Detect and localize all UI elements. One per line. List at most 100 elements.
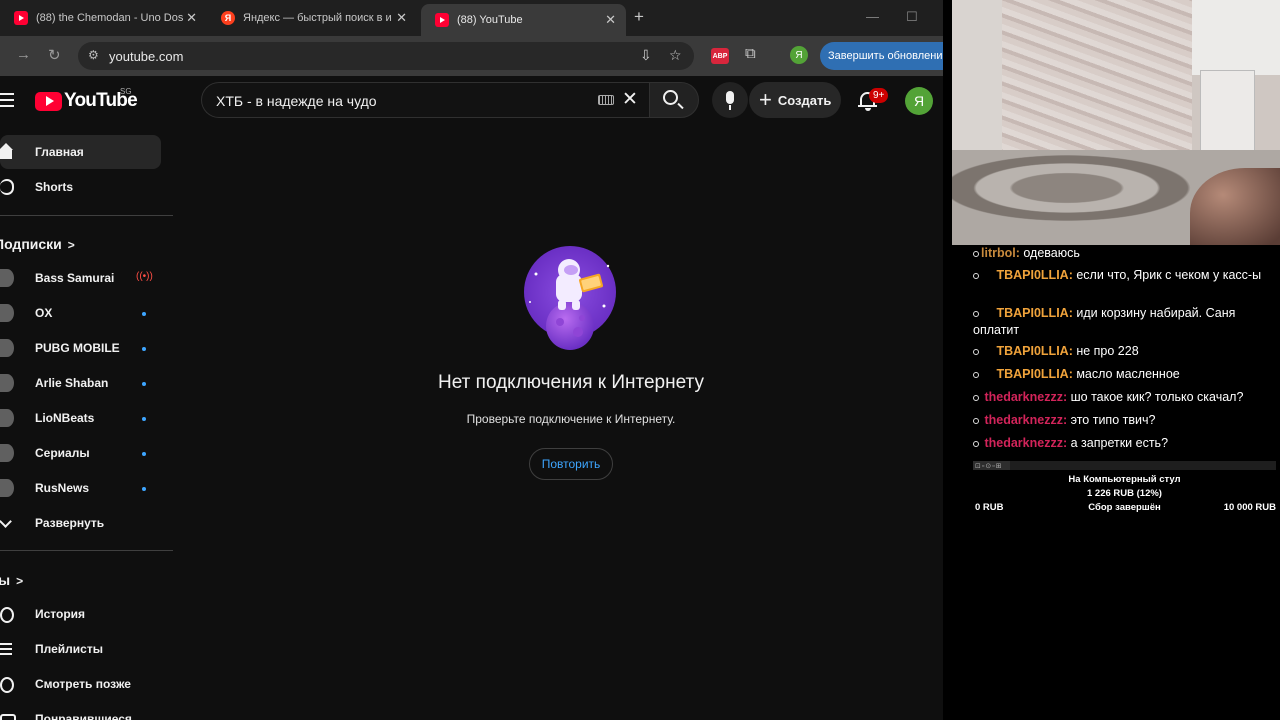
youtube-logo[interactable]: YouTube SG <box>35 87 138 112</box>
bookmark-star-icon[interactable]: ☆ <box>669 47 682 64</box>
chat-message: litrbol: одеваюсь <box>973 245 1275 262</box>
sidebar-item-watch-later[interactable]: Смотреть позже <box>0 667 161 701</box>
tab-yandex[interactable]: Я Яндекс — быстрый поиск в инт ✕ <box>207 4 417 32</box>
forward-icon[interactable]: → <box>16 46 31 63</box>
tab-title: (88) the Chemodan - Uno Dos T <box>36 12 184 24</box>
channel-avatar <box>0 304 14 322</box>
extensions-puzzle-icon[interactable]: ⧉ <box>745 45 756 62</box>
tab-title: Яндекс — быстрый поиск в инт <box>243 12 391 24</box>
sidebar-item-shorts[interactable]: Shorts <box>0 170 161 204</box>
chat-message: TBAPI0LLIA: масло масленное <box>973 366 1275 383</box>
tab-youtube[interactable]: (88) YouTube ✕ <box>421 4 626 36</box>
sidebar-item-label: Смотреть позже <box>35 677 131 691</box>
you-heading[interactable]: Вы> <box>0 572 23 588</box>
sidebar-item-subscription[interactable]: OX <box>0 296 161 330</box>
chat-username[interactable]: TBAPI0LLIA: <box>993 268 1072 282</box>
sidebar-item-subscription[interactable]: PUBG MOBILE <box>0 331 161 365</box>
menu-icon[interactable] <box>0 93 14 111</box>
donation-progress-text: 1 226 RUB (12%) <box>1087 488 1162 499</box>
maximize-icon[interactable]: ☐ <box>906 9 918 25</box>
chat-message: TBAPI0LLIA: иди корзину набирай. Саня оп… <box>973 305 1275 339</box>
address-bar[interactable]: ⚙ youtube.com ⇩ ☆ <box>78 42 694 70</box>
sidebar-item-subscription[interactable]: LioNBeats <box>0 401 161 435</box>
home-icon <box>0 143 14 160</box>
sidebar-item-expand[interactable]: Развернуть <box>0 506 161 540</box>
chat-bullet-icon <box>973 250 979 257</box>
close-tab-icon[interactable]: ✕ <box>186 10 197 26</box>
chat-message-text: не про 228 <box>1072 344 1139 358</box>
sidebar-item-history[interactable]: История <box>0 597 161 631</box>
keyboard-icon[interactable] <box>598 95 614 105</box>
chat-username[interactable]: litrbol: <box>981 246 1020 260</box>
sidebar-item-label: PUBG MOBILE <box>35 341 120 355</box>
adblock-extension-icon[interactable]: ABP <box>711 48 729 64</box>
new-content-dot <box>142 452 146 456</box>
sidebar-item-label: LioNBeats <box>35 411 95 425</box>
chat-bullet-icon <box>973 371 979 378</box>
tab-chemodan[interactable]: (88) the Chemodan - Uno Dos T ✕ <box>0 4 207 32</box>
chat-message-text: одеваюсь <box>1019 246 1080 260</box>
chat-username[interactable]: thedarknezzz: <box>981 413 1067 427</box>
search-input[interactable]: ХТБ - в надежде на чудо <box>216 93 377 109</box>
watch-later-icon <box>0 677 14 693</box>
youtube-page: YouTube SG ХТБ - в надежде на чудо ✕ + С… <box>0 76 943 720</box>
reload-icon[interactable]: ↻ <box>48 46 61 64</box>
sidebar-item-subscription[interactable]: Сериалы <box>0 436 161 470</box>
new-content-dot <box>142 382 146 386</box>
sidebar-item-subscription[interactable]: Arlie Shaban <box>0 366 161 400</box>
channel-avatar <box>0 409 14 427</box>
history-icon <box>0 607 14 623</box>
sidebar-divider <box>0 215 173 216</box>
chat-message: TBAPI0LLIA: не про 228 <box>973 343 1275 360</box>
new-tab-button[interactable]: + <box>634 7 644 27</box>
sidebar-item-label: Arlie Shaban <box>35 376 109 390</box>
browser-profile-avatar[interactable]: Я <box>790 46 808 64</box>
new-content-dot <box>142 312 146 316</box>
search-button[interactable] <box>649 82 699 118</box>
stream-overlay: litrbol: одеваюсь TBAPI0LLIA: если что, … <box>943 0 1280 720</box>
sidebar-item-home[interactable]: Главная <box>0 135 161 169</box>
sidebar-item-label: Плейлисты <box>35 642 103 656</box>
create-label: Создать <box>777 92 832 108</box>
avatar[interactable]: Я <box>905 87 933 115</box>
voice-search-button[interactable] <box>712 82 748 118</box>
chat-bullet-icon <box>973 348 979 355</box>
minimize-icon[interactable]: — <box>866 9 879 24</box>
sidebar-item-playlists[interactable]: Плейлисты <box>0 632 161 666</box>
sidebar-divider <box>0 550 173 551</box>
chat-username[interactable]: TBAPI0LLIA: <box>993 367 1072 381</box>
chat-username[interactable]: thedarknezzz: <box>981 390 1067 404</box>
retry-button[interactable]: Повторить <box>528 448 614 480</box>
close-tab-icon[interactable]: ✕ <box>605 12 616 28</box>
url-text[interactable]: youtube.com <box>109 49 183 64</box>
channel-avatar <box>0 269 14 287</box>
chat-bullet-icon <box>973 417 979 424</box>
clear-search-icon[interactable]: ✕ <box>622 88 638 111</box>
chat-username[interactable]: thedarknezzz: <box>981 436 1067 450</box>
sidebar-item-liked[interactable]: Понравившиеся <box>0 702 161 720</box>
widget-icons: ⊡▫⊙▫⊞ <box>975 463 1003 470</box>
chat-bullet-icon <box>973 394 979 401</box>
donation-progress-bar: ⊡▫⊙▫⊞ <box>973 461 1276 470</box>
youtube-favicon-icon <box>14 11 28 25</box>
finish-update-button[interactable]: Завершить обновление <box>820 42 943 70</box>
chat-message: thedarknezzz: шо такое кик? только скача… <box>973 389 1275 406</box>
notifications-badge: 9+ <box>869 88 889 103</box>
new-content-dot <box>142 417 146 421</box>
chat-bullet-icon <box>973 440 979 447</box>
sidebar-item-subscription[interactable]: RusNews <box>0 471 161 505</box>
webcam-feed <box>952 0 1280 245</box>
chat-username[interactable]: TBAPI0LLIA: <box>993 306 1072 320</box>
create-button[interactable]: + Создать <box>749 82 841 118</box>
search-box[interactable]: ХТБ - в надежде на чудо ✕ <box>201 82 650 118</box>
sidebar-item-label: Сериалы <box>35 446 90 460</box>
install-app-icon[interactable]: ⇩ <box>640 47 652 64</box>
chevron-right-icon: > <box>16 574 24 588</box>
site-info-icon[interactable]: ⚙ <box>88 48 99 62</box>
tab-title: (88) YouTube <box>457 14 523 26</box>
sidebar-item-subscription[interactable]: Bass Samurai ((•)) <box>0 261 161 295</box>
chat-username[interactable]: TBAPI0LLIA: <box>993 344 1072 358</box>
close-tab-icon[interactable]: ✕ <box>396 10 407 26</box>
subscriptions-heading[interactable]: Подписки > <box>0 236 75 252</box>
chat-bullet-icon <box>973 310 979 317</box>
